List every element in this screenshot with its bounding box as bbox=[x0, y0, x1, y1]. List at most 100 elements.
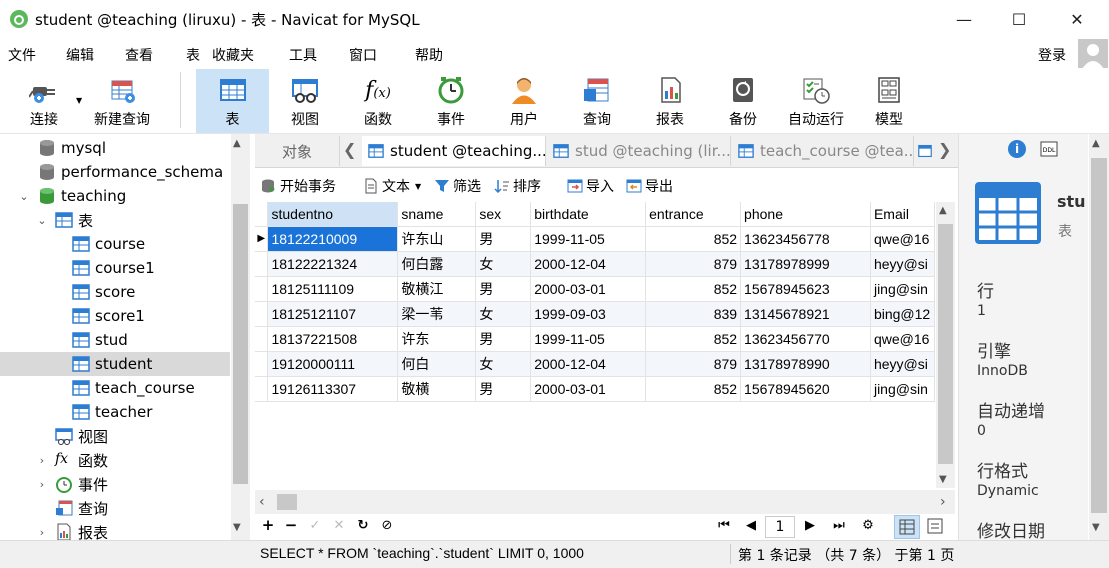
grid-cell[interactable]: 女 bbox=[475, 251, 532, 277]
scroll-up-icon[interactable]: ▲ bbox=[939, 205, 947, 216]
grid-cell[interactable]: 19126113307 bbox=[267, 376, 399, 402]
tab-scroll-right-icon[interactable]: ❯ bbox=[938, 140, 951, 159]
ddl-view-button[interactable]: DDL bbox=[1040, 141, 1058, 161]
tab-overflow[interactable] bbox=[915, 136, 935, 166]
toolbar-user-button[interactable]: 用户 bbox=[496, 69, 552, 133]
table-row[interactable]: 19126113307 敬横 男 2000-03-01 852 15678945… bbox=[255, 376, 935, 402]
grid-cell[interactable]: 839 bbox=[645, 301, 742, 327]
grid-cell[interactable]: 13145678921 bbox=[740, 301, 871, 327]
tree-item-table[interactable]: course bbox=[0, 232, 230, 256]
tree-item-mysql[interactable]: mysql bbox=[0, 136, 230, 160]
first-page-button[interactable]: ⏮ bbox=[715, 518, 733, 533]
column-header[interactable]: sex bbox=[475, 202, 532, 227]
chevron-down-icon[interactable]: ⌄ bbox=[18, 190, 30, 203]
grid-cell[interactable]: 1999-11-05 bbox=[530, 226, 647, 252]
connect-dropdown-icon[interactable]: ▼ bbox=[76, 96, 82, 105]
grid-vertical-scrollbar-thumb[interactable] bbox=[938, 224, 953, 464]
tab-scroll-left-icon[interactable]: ❮ bbox=[343, 140, 356, 159]
table-row[interactable]: 18125121107 梁一苇 女 1999-09-03 839 1314567… bbox=[255, 301, 935, 327]
toolbar-function-button[interactable]: f(x) 函数 bbox=[350, 69, 406, 133]
grid-cell[interactable]: 13623456778 bbox=[740, 226, 871, 252]
grid-cell[interactable]: 852 bbox=[645, 326, 742, 352]
grid-cell[interactable]: heyy@si bbox=[870, 351, 935, 377]
grid-cell[interactable]: 13178978999 bbox=[740, 251, 871, 277]
chevron-right-icon[interactable]: › bbox=[36, 526, 48, 539]
grid-cell[interactable]: 18122210009 bbox=[267, 226, 399, 252]
grid-view-button[interactable] bbox=[894, 515, 920, 539]
menu-help[interactable]: 帮助 bbox=[415, 45, 443, 65]
toolbar-event-button[interactable]: 事件 bbox=[423, 69, 479, 133]
scroll-down-icon[interactable]: ▼ bbox=[1092, 522, 1100, 533]
column-header[interactable]: sname bbox=[397, 202, 477, 227]
column-header[interactable]: phone bbox=[740, 202, 871, 227]
grid-cell[interactable]: 15678945623 bbox=[740, 276, 871, 302]
grid-cell[interactable]: 男 bbox=[475, 326, 532, 352]
grid-cell[interactable]: 852 bbox=[645, 226, 742, 252]
tree-item-table[interactable]: stud bbox=[0, 328, 230, 352]
import-button[interactable]: 导入 bbox=[567, 176, 614, 196]
minimize-button[interactable]: — bbox=[937, 0, 991, 38]
grid-cell[interactable]: 852 bbox=[645, 376, 742, 402]
grid-cell[interactable]: 女 bbox=[475, 351, 532, 377]
scroll-up-icon[interactable]: ▲ bbox=[1092, 138, 1100, 149]
filter-button[interactable]: 筛选 bbox=[434, 176, 481, 196]
grid-cell[interactable]: 2000-12-04 bbox=[530, 351, 647, 377]
grid-cell[interactable]: bing@12 bbox=[870, 301, 935, 327]
settings-button[interactable]: ⚙ bbox=[859, 518, 877, 533]
grid-cell[interactable]: 2000-03-01 bbox=[530, 376, 647, 402]
grid-cell[interactable]: 2000-12-04 bbox=[530, 251, 647, 277]
grid-cell[interactable]: 13178978990 bbox=[740, 351, 871, 377]
scroll-down-icon[interactable]: ▼ bbox=[939, 474, 947, 485]
tree-item-tables[interactable]: ⌄ 表 bbox=[0, 208, 230, 232]
info-panel-scrollbar-thumb[interactable] bbox=[1091, 158, 1107, 513]
next-page-button[interactable]: ▶ bbox=[801, 518, 819, 533]
grid-cell[interactable]: 15678945620 bbox=[740, 376, 871, 402]
add-record-button[interactable]: + bbox=[259, 516, 277, 534]
begin-transaction-button[interactable]: 开始事务 bbox=[260, 176, 336, 196]
chevron-right-icon[interactable]: › bbox=[36, 454, 48, 467]
grid-horizontal-scrollbar[interactable] bbox=[255, 490, 955, 514]
grid-cell[interactable]: 879 bbox=[645, 251, 742, 277]
tree-item-reports[interactable]: › 报表 bbox=[0, 520, 230, 540]
scroll-up-icon[interactable]: ▲ bbox=[233, 138, 241, 149]
grid-cell[interactable]: 梁一苇 bbox=[397, 301, 477, 327]
page-number-input[interactable]: 1 bbox=[765, 516, 795, 538]
tree-item-queries[interactable]: 查询 bbox=[0, 496, 230, 520]
tab-teach-course[interactable]: teach_course @tea... bbox=[732, 136, 914, 166]
text-view-button[interactable]: 文本 ▼ bbox=[364, 176, 421, 196]
tree-item-teaching[interactable]: ⌄ teaching bbox=[0, 184, 230, 208]
scroll-right-icon[interactable]: › bbox=[940, 494, 946, 510]
toolbar-table-button[interactable]: 表 bbox=[196, 69, 269, 133]
column-header[interactable]: Email bbox=[870, 202, 935, 227]
toolbar-new-query-button[interactable]: 新建查询 bbox=[88, 69, 156, 133]
toolbar-query-button[interactable]: 查询 bbox=[569, 69, 625, 133]
grid-cell[interactable]: 18137221508 bbox=[267, 326, 399, 352]
toolbar-view-button[interactable]: 视图 bbox=[277, 69, 333, 133]
tree-item-table[interactable]: course1 bbox=[0, 256, 230, 280]
grid-cell[interactable]: 男 bbox=[475, 226, 532, 252]
last-page-button[interactable]: ⏭ bbox=[830, 518, 848, 533]
table-row[interactable]: 18137221508 许东 男 1999-11-05 852 13623456… bbox=[255, 326, 935, 352]
chevron-right-icon[interactable]: › bbox=[36, 478, 48, 491]
grid-cell[interactable]: 许东山 bbox=[397, 226, 477, 252]
column-header[interactable]: studentno bbox=[267, 202, 399, 227]
tree-item-functions[interactable]: › fx 函数 bbox=[0, 448, 230, 472]
close-button[interactable]: ✕ bbox=[1050, 0, 1104, 38]
menu-edit[interactable]: 编辑 bbox=[66, 45, 94, 65]
export-button[interactable]: 导出 bbox=[626, 176, 673, 196]
tab-student[interactable]: student @teaching... bbox=[362, 136, 546, 166]
toolbar-connect-button[interactable]: 连接 bbox=[18, 69, 70, 133]
maximize-button[interactable]: ☐ bbox=[992, 0, 1046, 38]
grid-cell[interactable]: 18122221324 bbox=[267, 251, 399, 277]
grid-cell[interactable]: 18125111109 bbox=[267, 276, 399, 302]
tree-item-table[interactable]: teacher bbox=[0, 400, 230, 424]
tree-scrollbar-thumb[interactable] bbox=[233, 204, 248, 484]
tree-item-table[interactable]: teach_course bbox=[0, 376, 230, 400]
delete-record-button[interactable]: − bbox=[282, 516, 300, 534]
column-header[interactable]: birthdate bbox=[530, 202, 647, 227]
menu-table[interactable]: 表 bbox=[186, 45, 200, 65]
tab-stud[interactable]: stud @teaching (lir... bbox=[547, 136, 731, 166]
tree-item-table[interactable]: score1 bbox=[0, 304, 230, 328]
grid-cell[interactable]: 男 bbox=[475, 376, 532, 402]
table-row[interactable]: 19120000111 何白 女 2000-12-04 879 13178978… bbox=[255, 351, 935, 377]
